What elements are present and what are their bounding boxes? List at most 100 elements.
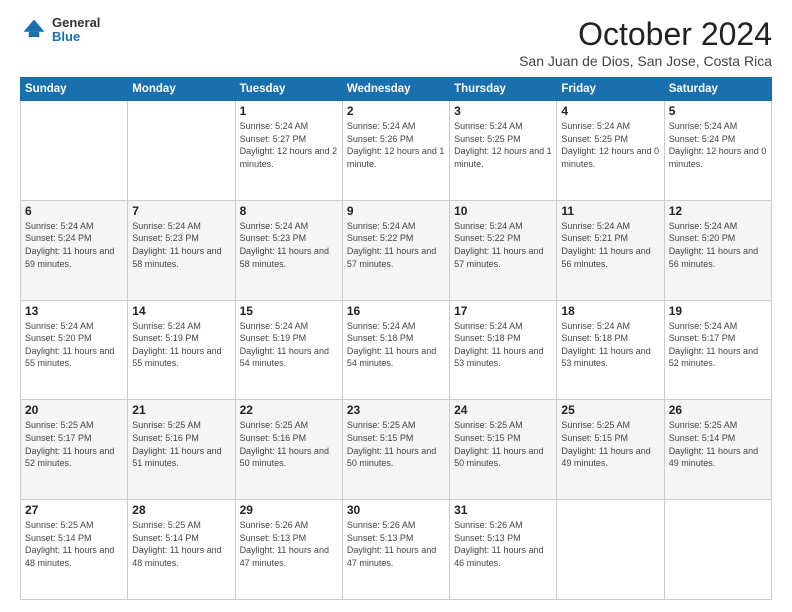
day-number: 23 <box>347 403 445 417</box>
day-info: Sunrise: 5:25 AMSunset: 5:17 PMDaylight:… <box>25 419 123 469</box>
day-info: Sunrise: 5:24 AMSunset: 5:27 PMDaylight:… <box>240 120 338 170</box>
table-row <box>128 101 235 201</box>
day-info: Sunrise: 5:25 AMSunset: 5:15 PMDaylight:… <box>347 419 445 469</box>
header-friday: Friday <box>557 78 664 101</box>
calendar-week-row: 27 Sunrise: 5:25 AMSunset: 5:14 PMDayligh… <box>21 500 772 600</box>
day-number: 31 <box>454 503 552 517</box>
table-row: 20 Sunrise: 5:25 AMSunset: 5:17 PMDayligh… <box>21 400 128 500</box>
day-info: Sunrise: 5:24 AMSunset: 5:19 PMDaylight:… <box>240 320 338 370</box>
table-row <box>21 101 128 201</box>
day-info: Sunrise: 5:24 AMSunset: 5:25 PMDaylight:… <box>561 120 659 170</box>
day-number: 15 <box>240 304 338 318</box>
header-sunday: Sunday <box>21 78 128 101</box>
table-row: 4 Sunrise: 5:24 AMSunset: 5:25 PMDaylight… <box>557 101 664 201</box>
table-row: 3 Sunrise: 5:24 AMSunset: 5:25 PMDaylight… <box>450 101 557 201</box>
day-number: 19 <box>669 304 767 318</box>
header-tuesday: Tuesday <box>235 78 342 101</box>
header-wednesday: Wednesday <box>342 78 449 101</box>
table-row: 18 Sunrise: 5:24 AMSunset: 5:18 PMDayligh… <box>557 300 664 400</box>
table-row: 8Sunrise: 5:24 AMSunset: 5:23 PMDaylight… <box>235 200 342 300</box>
header: General Blue October 2024 San Juan de Di… <box>20 16 772 69</box>
table-row: 1 Sunrise: 5:24 AMSunset: 5:27 PMDaylight… <box>235 101 342 201</box>
table-row: 11Sunrise: 5:24 AMSunset: 5:21 PMDayligh… <box>557 200 664 300</box>
table-row: 26 Sunrise: 5:25 AMSunset: 5:14 PMDayligh… <box>664 400 771 500</box>
table-row: 6 Sunrise: 5:24 AMSunset: 5:24 PMDaylight… <box>21 200 128 300</box>
day-info: Sunrise: 5:25 AMSunset: 5:16 PMDaylight:… <box>132 419 230 469</box>
table-row: 10Sunrise: 5:24 AMSunset: 5:22 PMDayligh… <box>450 200 557 300</box>
day-number: 28 <box>132 503 230 517</box>
day-number: 9 <box>347 204 445 218</box>
table-row: 29 Sunrise: 5:26 AMSunset: 5:13 PMDayligh… <box>235 500 342 600</box>
day-info: Sunrise: 5:24 AMSunset: 5:23 PMDaylight:… <box>132 220 230 270</box>
table-row: 24 Sunrise: 5:25 AMSunset: 5:15 PMDayligh… <box>450 400 557 500</box>
table-row: 12Sunrise: 5:24 AMSunset: 5:20 PMDayligh… <box>664 200 771 300</box>
table-row: 28 Sunrise: 5:25 AMSunset: 5:14 PMDayligh… <box>128 500 235 600</box>
header-thursday: Thursday <box>450 78 557 101</box>
calendar-week-row: 20 Sunrise: 5:25 AMSunset: 5:17 PMDayligh… <box>21 400 772 500</box>
table-row: 21 Sunrise: 5:25 AMSunset: 5:16 PMDayligh… <box>128 400 235 500</box>
day-info: Sunrise: 5:24 AMSunset: 5:18 PMDaylight:… <box>561 320 659 370</box>
logo-general-label: General <box>52 16 100 30</box>
day-info: Sunrise: 5:26 AMSunset: 5:13 PMDaylight:… <box>347 519 445 569</box>
day-number: 11 <box>561 204 659 218</box>
day-info: Sunrise: 5:25 AMSunset: 5:15 PMDaylight:… <box>454 419 552 469</box>
day-number: 27 <box>25 503 123 517</box>
day-info: Sunrise: 5:24 AMSunset: 5:18 PMDaylight:… <box>347 320 445 370</box>
location: San Juan de Dios, San Jose, Costa Rica <box>519 53 772 69</box>
table-row <box>664 500 771 600</box>
day-number: 17 <box>454 304 552 318</box>
table-row: 9 Sunrise: 5:24 AMSunset: 5:22 PMDaylight… <box>342 200 449 300</box>
table-row: 16 Sunrise: 5:24 AMSunset: 5:18 PMDayligh… <box>342 300 449 400</box>
day-number: 30 <box>347 503 445 517</box>
table-row: 2Sunrise: 5:24 AMSunset: 5:26 PMDaylight… <box>342 101 449 201</box>
day-number: 1 <box>240 104 338 118</box>
day-info: Sunrise: 5:25 AMSunset: 5:14 PMDaylight:… <box>132 519 230 569</box>
day-info: Sunrise: 5:26 AMSunset: 5:13 PMDaylight:… <box>240 519 338 569</box>
logo-blue-label: Blue <box>52 30 100 44</box>
day-number: 4 <box>561 104 659 118</box>
day-number: 24 <box>454 403 552 417</box>
day-info: Sunrise: 5:25 AMSunset: 5:16 PMDaylight:… <box>240 419 338 469</box>
table-row: 14 Sunrise: 5:24 AMSunset: 5:19 PMDayligh… <box>128 300 235 400</box>
day-number: 3 <box>454 104 552 118</box>
day-info: Sunrise: 5:24 AMSunset: 5:24 PMDaylight:… <box>25 220 123 270</box>
calendar-week-row: 6 Sunrise: 5:24 AMSunset: 5:24 PMDaylight… <box>21 200 772 300</box>
day-number: 18 <box>561 304 659 318</box>
day-info: Sunrise: 5:24 AMSunset: 5:18 PMDaylight:… <box>454 320 552 370</box>
day-number: 13 <box>25 304 123 318</box>
day-info: Sunrise: 5:24 AMSunset: 5:26 PMDaylight:… <box>347 120 445 170</box>
table-row: 19 Sunrise: 5:24 AMSunset: 5:17 PMDayligh… <box>664 300 771 400</box>
day-info: Sunrise: 5:26 AMSunset: 5:13 PMDaylight:… <box>454 519 552 569</box>
day-info: Sunrise: 5:25 AMSunset: 5:14 PMDaylight:… <box>25 519 123 569</box>
day-info: Sunrise: 5:24 AMSunset: 5:17 PMDaylight:… <box>669 320 767 370</box>
table-row: 22Sunrise: 5:25 AMSunset: 5:16 PMDayligh… <box>235 400 342 500</box>
day-info: Sunrise: 5:25 AMSunset: 5:15 PMDaylight:… <box>561 419 659 469</box>
table-row: 25Sunrise: 5:25 AMSunset: 5:15 PMDayligh… <box>557 400 664 500</box>
day-info: Sunrise: 5:24 AMSunset: 5:22 PMDaylight:… <box>454 220 552 270</box>
day-number: 7 <box>132 204 230 218</box>
day-number: 6 <box>25 204 123 218</box>
table-row: 23 Sunrise: 5:25 AMSunset: 5:15 PMDayligh… <box>342 400 449 500</box>
logo: General Blue <box>20 16 100 45</box>
day-number: 21 <box>132 403 230 417</box>
header-monday: Monday <box>128 78 235 101</box>
table-row: 30 Sunrise: 5:26 AMSunset: 5:13 PMDayligh… <box>342 500 449 600</box>
day-info: Sunrise: 5:24 AMSunset: 5:25 PMDaylight:… <box>454 120 552 170</box>
day-info: Sunrise: 5:24 AMSunset: 5:22 PMDaylight:… <box>347 220 445 270</box>
day-number: 29 <box>240 503 338 517</box>
day-number: 16 <box>347 304 445 318</box>
day-number: 20 <box>25 403 123 417</box>
day-number: 5 <box>669 104 767 118</box>
day-number: 26 <box>669 403 767 417</box>
table-row: 17 Sunrise: 5:24 AMSunset: 5:18 PMDayligh… <box>450 300 557 400</box>
calendar-header-row: Sunday Monday Tuesday Wednesday Thursday… <box>21 78 772 101</box>
day-info: Sunrise: 5:24 AMSunset: 5:20 PMDaylight:… <box>25 320 123 370</box>
day-info: Sunrise: 5:25 AMSunset: 5:14 PMDaylight:… <box>669 419 767 469</box>
calendar-table: Sunday Monday Tuesday Wednesday Thursday… <box>20 77 772 600</box>
logo-icon <box>20 16 48 44</box>
day-number: 14 <box>132 304 230 318</box>
header-saturday: Saturday <box>664 78 771 101</box>
table-row: 27 Sunrise: 5:25 AMSunset: 5:14 PMDayligh… <box>21 500 128 600</box>
table-row: 15 Sunrise: 5:24 AMSunset: 5:19 PMDayligh… <box>235 300 342 400</box>
day-info: Sunrise: 5:24 AMSunset: 5:19 PMDaylight:… <box>132 320 230 370</box>
